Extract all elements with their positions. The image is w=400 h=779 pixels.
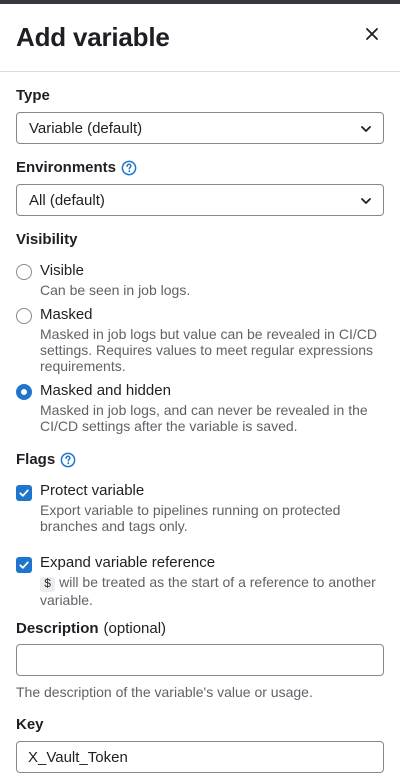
question-circle-icon[interactable] <box>60 452 76 468</box>
type-label: Type <box>16 87 50 104</box>
description-input[interactable] <box>16 644 384 676</box>
visibility-option-visible[interactable]: Visible Can be seen in job logs. <box>16 262 386 302</box>
protect-variable-option[interactable]: Protect variable Export variable to pipe… <box>16 482 386 534</box>
type-label-text: Type <box>16 87 50 104</box>
flags-label-text: Flags <box>16 451 56 468</box>
description-label-text: Description <box>16 620 99 637</box>
optional-text: (optional) <box>103 620 167 637</box>
key-input[interactable] <box>16 741 384 773</box>
expand-variable-option[interactable]: Expand variable reference $ will be trea… <box>16 554 386 608</box>
description-label: Description (optional) <box>16 620 166 637</box>
expand-variable-help-text: will be treated as the start of a refere… <box>40 574 376 608</box>
environments-label: Environments <box>16 159 137 176</box>
question-circle-icon[interactable] <box>121 160 137 176</box>
type-select[interactable]: Variable (default) <box>16 112 384 144</box>
masked-hidden-title: Masked and hidden <box>40 382 171 399</box>
masked-hidden-help: Masked in job logs, and can never be rev… <box>40 402 368 434</box>
masked-help: Masked in job logs but value can be reve… <box>40 326 377 374</box>
environments-select[interactable]: All (default) <box>16 184 384 216</box>
environments-select-value: All (default) <box>29 191 105 209</box>
dollar-code: $ <box>40 577 56 592</box>
chevron-down-icon <box>361 126 371 132</box>
radio-masked-hidden[interactable] <box>16 384 32 400</box>
expand-variable-help: $ will be treated as the start of a refe… <box>40 574 380 608</box>
type-select-value: Variable (default) <box>29 119 143 137</box>
expand-variable-title: Expand variable reference <box>40 554 216 571</box>
expand-variable-checkbox[interactable] <box>16 557 32 573</box>
drawer-title: Add variable <box>16 22 170 52</box>
visible-help: Can be seen in job logs. <box>40 282 191 298</box>
flags-label: Flags <box>16 451 76 468</box>
drawer-header: Add variable <box>0 4 400 72</box>
masked-title: Masked <box>40 306 93 323</box>
visibility-label-text: Visibility <box>16 231 78 248</box>
key-label-text: Key <box>16 716 44 733</box>
radio-masked[interactable] <box>16 308 32 324</box>
key-label: Key <box>16 716 44 733</box>
protect-variable-help: Export variable to pipelines running on … <box>40 502 341 534</box>
check-icon <box>19 489 29 497</box>
radio-visible[interactable] <box>16 264 32 280</box>
close-icon <box>366 28 378 40</box>
description-help: The description of the variable's value … <box>16 684 313 700</box>
visible-title: Visible <box>40 262 84 279</box>
protect-variable-title: Protect variable <box>40 482 145 499</box>
protect-variable-checkbox[interactable] <box>16 485 32 501</box>
close-button[interactable] <box>360 22 384 46</box>
visibility-label: Visibility <box>16 231 77 248</box>
chevron-down-icon <box>361 198 371 204</box>
check-icon <box>19 561 29 569</box>
visibility-option-masked[interactable]: Masked Masked in job logs but value can … <box>16 306 386 378</box>
visibility-option-masked-hidden[interactable]: Masked and hidden Masked in job logs, an… <box>16 382 386 438</box>
environments-label-text: Environments <box>16 159 117 176</box>
